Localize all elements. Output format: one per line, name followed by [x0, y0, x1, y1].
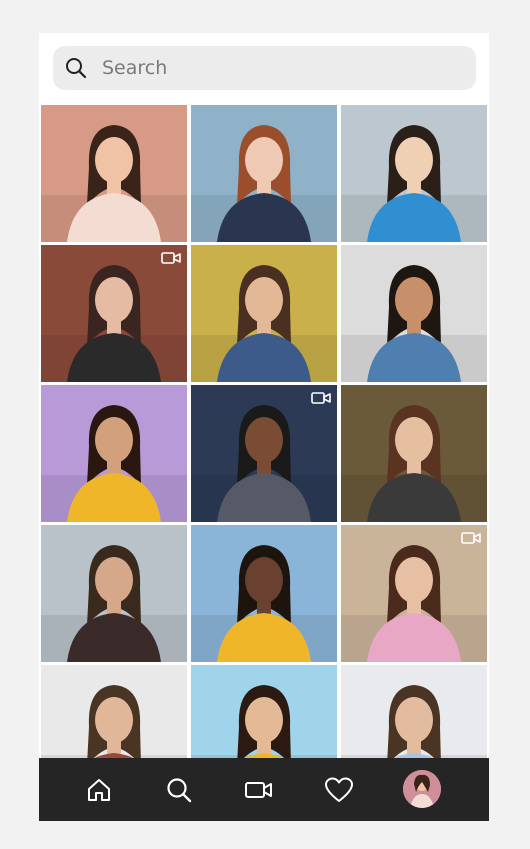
explore-grid: [39, 105, 489, 802]
tile-woman-striped-shirt[interactable]: [341, 385, 487, 522]
tile-curly-woman-purple[interactable]: [41, 385, 187, 522]
bottom-navigation: [39, 758, 489, 821]
photo-thumbnail: [41, 245, 187, 382]
tile-woman-blue-top[interactable]: [341, 105, 487, 242]
tile-redhead-woman[interactable]: [191, 105, 337, 242]
search-icon: [167, 778, 192, 803]
nav-favorites[interactable]: [323, 774, 355, 806]
nav-home[interactable]: [83, 774, 115, 806]
tile-laughing-woman-city[interactable]: [191, 525, 337, 662]
tile-woman-doorway[interactable]: [341, 525, 487, 662]
nav-videos[interactable]: [243, 774, 275, 806]
photo-thumbnail: [341, 105, 487, 242]
video-indicator-icon: [161, 252, 181, 264]
photo-thumbnail: [191, 385, 337, 522]
heart-icon: [325, 777, 353, 802]
home-icon: [88, 779, 110, 801]
app-screen: [39, 33, 489, 821]
photo-thumbnail: [191, 245, 337, 382]
tile-man-ok-gesture[interactable]: [341, 245, 487, 382]
photo-thumbnail: [191, 105, 337, 242]
tile-woman-pink-dress[interactable]: [41, 105, 187, 242]
photo-thumbnail: [341, 385, 487, 522]
photo-thumbnail: [341, 525, 487, 662]
search-icon: [66, 58, 87, 79]
video-indicator-icon: [461, 532, 481, 544]
photo-thumbnail: [191, 525, 337, 662]
nav-search[interactable]: [163, 774, 195, 806]
tile-bearded-man[interactable]: [41, 525, 187, 662]
video-camera-icon: [245, 782, 272, 798]
video-indicator-icon: [311, 392, 331, 404]
photo-thumbnail: [41, 525, 187, 662]
profile-avatar[interactable]: [403, 770, 441, 808]
photo-thumbnail: [41, 385, 187, 522]
avatar-image: [403, 770, 441, 808]
photo-thumbnail: [341, 245, 487, 382]
photo-thumbnail: [41, 105, 187, 242]
search-bar[interactable]: [53, 46, 476, 90]
search-input[interactable]: [100, 56, 424, 80]
tile-man-sitting-chair[interactable]: [191, 245, 337, 382]
tile-woman-selfie[interactable]: [41, 245, 187, 382]
tile-man-suit-stage[interactable]: [191, 385, 337, 522]
